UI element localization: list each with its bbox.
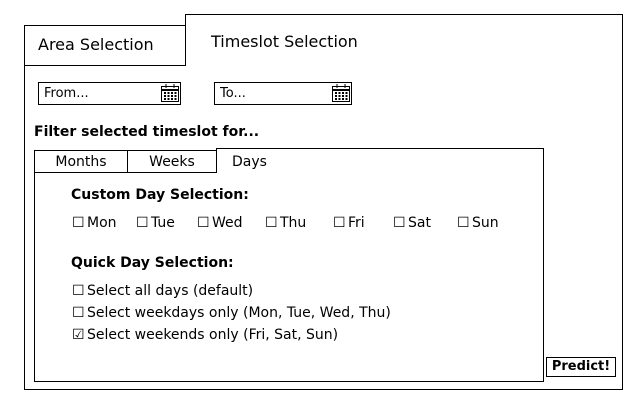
quick-option-label: Select weekdays only (Mon, Tue, Wed, Thu… [87,305,391,321]
quick-option-all-days[interactable]: ☐ Select all days (default) [72,283,253,299]
tab-timeslot-selection[interactable]: Timeslot Selection [185,14,623,66]
days-panel [34,172,544,382]
checkbox-icon: ☐ [136,215,149,231]
day-checkbox-fri[interactable]: ☐ Fri [333,215,365,231]
checkbox-icon: ☐ [333,215,346,231]
day-checkbox-wed[interactable]: ☐ Wed [197,215,243,231]
custom-day-title: Custom Day Selection: [71,187,249,203]
day-label: Fri [348,215,365,231]
day-label: Wed [212,215,243,231]
day-label: Mon [87,215,117,231]
day-checkbox-tue[interactable]: ☐ Tue [136,215,175,231]
tab-timeslot-label: Timeslot Selection [211,32,358,51]
subtab-days-label: Days [232,154,267,170]
day-checkbox-mon[interactable]: ☐ Mon [72,215,117,231]
checkbox-icon: ☐ [72,283,85,299]
tab-area-label: Area Selection [38,35,154,54]
subtab-weeks-label: Weeks [149,154,195,170]
calendar-icon[interactable] [160,83,180,103]
quick-option-label: Select all days (default) [87,283,254,299]
day-checkbox-sat[interactable]: ☐ Sat [393,215,431,231]
checkbox-icon: ☐ [72,215,85,231]
subtab-days[interactable]: Days [216,148,544,173]
checkbox-icon: ☐ [457,215,470,231]
day-label: Sun [472,215,499,231]
checked-checkbox-icon: ☑ [72,327,85,343]
predict-button[interactable]: Predict! [546,357,616,377]
quick-option-label: Select weekends only (Fri, Sat, Sun) [87,327,339,343]
quick-day-title: Quick Day Selection: [71,255,234,271]
quick-option-weekends[interactable]: ☑ Select weekends only (Fri, Sat, Sun) [72,327,338,343]
subtab-weeks[interactable]: Weeks [127,150,217,173]
day-label: Tue [151,215,175,231]
tab-divider-line [24,65,186,66]
day-checkbox-sun[interactable]: ☐ Sun [457,215,499,231]
tab-area-selection[interactable]: Area Selection [24,25,186,65]
checkbox-icon: ☐ [72,305,85,321]
day-label: Thu [280,215,307,231]
checkbox-icon: ☐ [393,215,406,231]
checkbox-icon: ☐ [197,215,210,231]
filter-title: Filter selected timeslot for... [34,124,260,140]
subtab-months-label: Months [55,154,107,170]
checkbox-icon: ☐ [265,215,278,231]
day-label: Sat [408,215,431,231]
day-checkbox-thu[interactable]: ☐ Thu [265,215,306,231]
calendar-icon[interactable] [331,83,351,103]
subtab-months[interactable]: Months [34,150,128,173]
quick-option-weekdays[interactable]: ☐ Select weekdays only (Mon, Tue, Wed, Th… [72,305,391,321]
